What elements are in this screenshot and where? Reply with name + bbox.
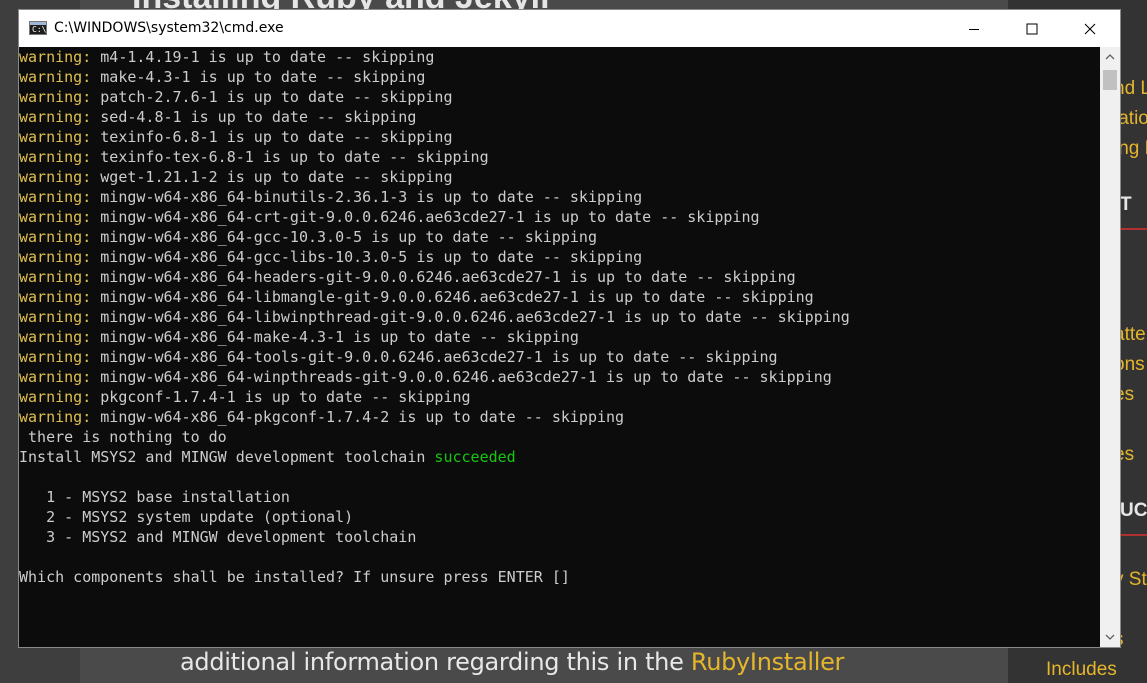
warning-text: mingw-w64-x86_64-libwinpthread-git-9.0.0… bbox=[91, 308, 850, 326]
warning-text: mingw-w64-x86_64-binutils-2.36.1-3 is up… bbox=[91, 188, 643, 206]
warning-text: m4-1.4.19-1 is up to date -- skipping bbox=[91, 48, 435, 66]
warning-label: warning: bbox=[19, 188, 92, 206]
warning-text: pkgconf-1.7.4-1 is up to date -- skippin… bbox=[91, 388, 471, 406]
warning-label: warning: bbox=[19, 128, 92, 146]
warning-label: warning: bbox=[19, 208, 92, 226]
warning-label: warning: bbox=[19, 68, 92, 86]
warning-line: warning: texinfo-tex-6.8-1 is up to date… bbox=[19, 147, 1100, 167]
cmd-icon: C:\ bbox=[29, 21, 47, 35]
warning-text: mingw-w64-x86_64-make-4.3-1 is up to dat… bbox=[91, 328, 579, 346]
warning-text: sed-4.8-1 is up to date -- skipping bbox=[91, 108, 417, 126]
title-bar[interactable]: C:\ C:\WINDOWS\system32\cmd.exe bbox=[19, 10, 1120, 47]
warning-label: warning: bbox=[19, 48, 92, 66]
vertical-scrollbar[interactable] bbox=[1100, 47, 1120, 647]
sidebar-divider bbox=[1117, 534, 1147, 536]
warning-label: warning: bbox=[19, 268, 92, 286]
install-prompt[interactable]: Which components shall be installed? If … bbox=[19, 567, 1100, 587]
warning-line: warning: make-4.3-1 is up to date -- ski… bbox=[19, 67, 1100, 87]
maximize-button[interactable] bbox=[1003, 10, 1061, 47]
warning-text: mingw-w64-x86_64-winpthreads-git-9.0.0.6… bbox=[91, 368, 832, 386]
warning-label: warning: bbox=[19, 228, 92, 246]
warning-line: warning: patch-2.7.6-1 is up to date -- … bbox=[19, 87, 1100, 107]
warning-line: warning: mingw-w64-x86_64-binutils-2.36.… bbox=[19, 187, 1100, 207]
warning-line: warning: mingw-w64-x86_64-gcc-libs-10.3.… bbox=[19, 247, 1100, 267]
window-title: C:\WINDOWS\system32\cmd.exe bbox=[54, 20, 284, 36]
scroll-down-button[interactable] bbox=[1100, 627, 1120, 647]
install-result-text: Install MSYS2 and MINGW development tool… bbox=[19, 448, 435, 466]
warning-text: mingw-w64-x86_64-tools-git-9.0.0.6246.ae… bbox=[91, 348, 778, 366]
warning-line: warning: m4-1.4.19-1 is up to date -- sk… bbox=[19, 47, 1100, 67]
background-paragraph: additional information regarding this in… bbox=[180, 648, 844, 676]
warning-line: warning: texinfo-6.8-1 is up to date -- … bbox=[19, 127, 1100, 147]
warning-line: warning: mingw-w64-x86_64-headers-git-9.… bbox=[19, 267, 1100, 287]
terminal-output[interactable]: warning: m4-1.4.19-1 is up to date -- sk… bbox=[19, 47, 1100, 647]
warning-label: warning: bbox=[19, 248, 92, 266]
sidebar-divider bbox=[1117, 228, 1147, 230]
sidebar-heading-fragment: UCT bbox=[1120, 500, 1147, 521]
warning-label: warning: bbox=[19, 348, 92, 366]
option-line: 2 - MSYS2 system update (optional) bbox=[19, 508, 354, 526]
minimize-button[interactable] bbox=[945, 10, 1003, 47]
close-icon bbox=[1084, 23, 1096, 34]
chevron-up-icon bbox=[1105, 54, 1115, 60]
warning-text: texinfo-6.8-1 is up to date -- skipping bbox=[91, 128, 453, 146]
warning-line: warning: pkgconf-1.7.4-1 is up to date -… bbox=[19, 387, 1100, 407]
warning-text: make-4.3-1 is up to date -- skipping bbox=[91, 68, 426, 86]
warning-label: warning: bbox=[19, 288, 92, 306]
warning-line: warning: mingw-w64-x86_64-tools-git-9.0.… bbox=[19, 347, 1100, 367]
option-line: 3 - MSYS2 and MINGW development toolchai… bbox=[19, 528, 417, 546]
warning-label: warning: bbox=[19, 108, 92, 126]
warning-text: mingw-w64-x86_64-gcc-libs-10.3.0-5 is up… bbox=[91, 248, 643, 266]
scroll-up-button[interactable] bbox=[1100, 47, 1120, 67]
warning-line: warning: sed-4.8-1 is up to date -- skip… bbox=[19, 107, 1100, 127]
warning-line: warning: mingw-w64-x86_64-libwinpthread-… bbox=[19, 307, 1100, 327]
warning-label: warning: bbox=[19, 168, 92, 186]
warning-label: warning: bbox=[19, 308, 92, 326]
warning-text: patch-2.7.6-1 is up to date -- skipping bbox=[91, 88, 453, 106]
warning-label: warning: bbox=[19, 88, 92, 106]
sidebar-link-includes[interactable]: Includes bbox=[1046, 659, 1117, 681]
rubyinstaller-link[interactable]: RubyInstaller bbox=[691, 648, 845, 676]
maximize-icon bbox=[1026, 23, 1038, 34]
option-line: 1 - MSYS2 base installation bbox=[19, 488, 290, 506]
warning-lines: warning: m4-1.4.19-1 is up to date -- sk… bbox=[19, 47, 1100, 427]
warning-line: warning: mingw-w64-x86_64-crt-git-9.0.0.… bbox=[19, 207, 1100, 227]
chevron-down-icon bbox=[1105, 634, 1115, 640]
warning-label: warning: bbox=[19, 148, 92, 166]
warning-text: mingw-w64-x86_64-pkgconf-1.7.4-2 is up t… bbox=[91, 408, 625, 426]
warning-text: mingw-w64-x86_64-crt-git-9.0.0.6246.ae63… bbox=[91, 208, 760, 226]
warning-label: warning: bbox=[19, 408, 92, 426]
warning-line: warning: mingw-w64-x86_64-winpthreads-gi… bbox=[19, 367, 1100, 387]
install-result-line: Install MSYS2 and MINGW development tool… bbox=[19, 447, 1100, 467]
scroll-thumb[interactable] bbox=[1103, 70, 1117, 90]
warning-label: warning: bbox=[19, 388, 92, 406]
close-button[interactable] bbox=[1061, 10, 1119, 47]
warning-text: mingw-w64-x86_64-libmangle-git-9.0.0.624… bbox=[91, 288, 814, 306]
warning-text: mingw-w64-x86_64-headers-git-9.0.0.6246.… bbox=[91, 268, 796, 286]
warning-label: warning: bbox=[19, 328, 92, 346]
warning-line: warning: mingw-w64-x86_64-pkgconf-1.7.4-… bbox=[19, 407, 1100, 427]
terminal-line: there is nothing to do bbox=[19, 428, 227, 446]
warning-label: warning: bbox=[19, 368, 92, 386]
warning-line: warning: wget-1.21.1-2 is up to date -- … bbox=[19, 167, 1100, 187]
background-paragraph-text: additional information regarding this in… bbox=[180, 648, 691, 676]
success-status: succeeded bbox=[434, 448, 516, 466]
warning-text: texinfo-tex-6.8-1 is up to date -- skipp… bbox=[91, 148, 489, 166]
warning-line: warning: mingw-w64-x86_64-gcc-10.3.0-5 i… bbox=[19, 227, 1100, 247]
warning-line: warning: mingw-w64-x86_64-libmangle-git-… bbox=[19, 287, 1100, 307]
warning-line: warning: mingw-w64-x86_64-make-4.3-1 is … bbox=[19, 327, 1100, 347]
warning-text: wget-1.21.1-2 is up to date -- skipping bbox=[91, 168, 453, 186]
minimize-icon bbox=[969, 28, 979, 30]
cmd-window[interactable]: C:\ C:\WINDOWS\system32\cmd.exe warning:… bbox=[19, 10, 1120, 647]
warning-text: mingw-w64-x86_64-gcc-10.3.0-5 is up to d… bbox=[91, 228, 597, 246]
sidebar-heading-fragment: T bbox=[1120, 194, 1132, 215]
